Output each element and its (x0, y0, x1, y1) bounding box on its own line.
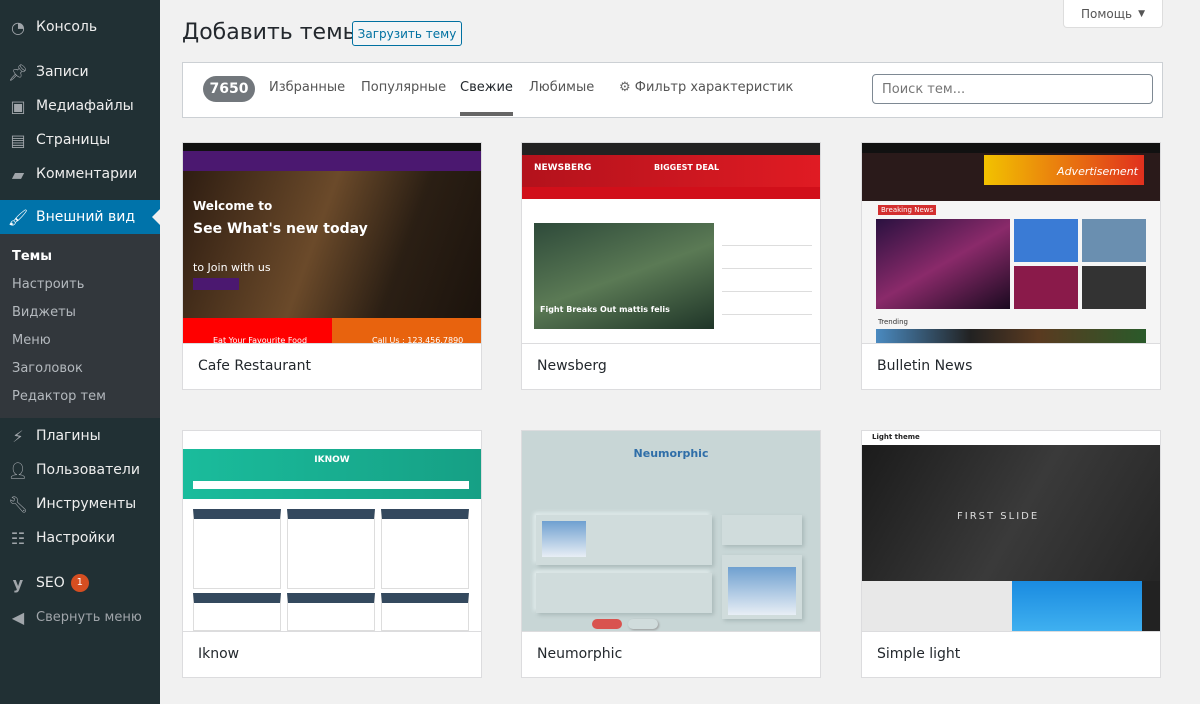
theme-screenshot[interactable]: Neumorphic (522, 431, 820, 631)
theme-screenshot[interactable]: Light theme FIRST SLIDE (862, 431, 1160, 631)
help-label: Помощь (1080, 6, 1133, 21)
submenu-menus[interactable]: Меню (12, 333, 51, 348)
comment-icon: ▰ (11, 164, 25, 184)
theme-search-input[interactable] (872, 74, 1153, 104)
menu-tools[interactable]: 🔧︎ Инструменты (0, 487, 160, 521)
menu-label: Пользователи (36, 462, 140, 478)
shot-text: NEWSBERG (534, 163, 592, 173)
shot-text: Neumorphic (633, 447, 709, 460)
menu-label: Медиафайлы (36, 98, 134, 114)
upload-theme-button[interactable]: Загрузить тему (352, 21, 462, 46)
menu-label: Инструменты (36, 496, 137, 512)
menu-users[interactable]: 👤︎ Пользователи (0, 453, 160, 487)
shot-text: Breaking News (878, 205, 937, 215)
menu-collapse[interactable]: ◀ Свернуть меню (0, 600, 160, 634)
submenu-theme-editor[interactable]: Редактор тем (12, 389, 106, 404)
submenu-widgets[interactable]: Виджеты (12, 305, 76, 320)
wrench-icon: 🔧︎ (7, 494, 29, 514)
menu-label: Комментарии (36, 166, 138, 182)
collapse-icon: ◀ (11, 607, 25, 627)
yoast-icon: y (12, 573, 24, 593)
submenu-themes[interactable]: Темы (12, 249, 52, 264)
theme-card[interactable]: Welcome to See What's new today to Join … (182, 142, 482, 390)
theme-card[interactable]: Advertisement Breaking News Trending Bul… (861, 142, 1161, 390)
menu-label: SEO (36, 575, 65, 591)
theme-name: Bulletin News (862, 343, 1160, 389)
appearance-submenu: Темы Настроить Виджеты Меню Заголовок Ре… (0, 234, 160, 418)
theme-screenshot[interactable]: Welcome to See What's new today to Join … (183, 143, 481, 343)
admin-sidebar: ◔ Консоль 📌︎ Записи ▣ Медиафайлы ▤ Страницы … (0, 0, 160, 704)
page-title: Добавить темы (182, 20, 361, 45)
media-icon: ▣ (10, 96, 26, 116)
help-button[interactable]: Помощь ▼ (1063, 0, 1163, 28)
menu-plugins[interactable]: ⚡︎ Плагины (0, 419, 160, 453)
menu-comments[interactable]: ▰ Комментарии (0, 157, 160, 191)
gear-icon: ⚙ (619, 80, 631, 95)
theme-card[interactable]: Neumorphic Neumorphic (521, 430, 821, 678)
feature-filter-button[interactable]: ⚙ Фильтр характеристик (619, 80, 793, 95)
user-icon: 👤︎ (7, 460, 29, 480)
caret-down-icon: ▼ (1138, 8, 1146, 19)
menu-appearance[interactable]: 🖌︎ Внешний вид (0, 200, 160, 234)
theme-screenshot[interactable]: NEWSBERG BIGGEST DEAL Fight Breaks Out m… (522, 143, 820, 343)
menu-settings[interactable]: ☷ Настройки (0, 521, 160, 555)
menu-label: Консоль (36, 19, 98, 35)
theme-filter-bar: 7650 Избранные Популярные Свежие Любимые… (182, 62, 1163, 118)
submenu-header[interactable]: Заголовок (12, 361, 83, 376)
tab-popular[interactable]: Популярные (361, 80, 446, 116)
menu-posts[interactable]: 📌︎ Записи (0, 55, 160, 89)
menu-label: Страницы (36, 132, 111, 148)
menu-label: Плагины (36, 428, 101, 444)
brush-icon: 🖌︎ (7, 207, 29, 227)
feature-filter-label: Фильтр характеристик (634, 80, 794, 95)
theme-card[interactable]: NEWSBERG BIGGEST DEAL Fight Breaks Out m… (521, 142, 821, 390)
page-icon: ▤ (10, 130, 26, 150)
theme-card[interactable]: IKNOW Iknow (182, 430, 482, 678)
shot-text: Trending (878, 318, 908, 326)
menu-label: Внешний вид (36, 209, 136, 225)
shot-text: See What's new today (193, 221, 368, 237)
menu-pages[interactable]: ▤ Страницы (0, 123, 160, 157)
settings-icon: ☷ (10, 528, 26, 548)
menu-label: Свернуть меню (36, 609, 142, 625)
shot-text: Light theme (872, 433, 920, 441)
shot-text: Advertisement (984, 155, 1144, 185)
theme-card[interactable]: Light theme FIRST SLIDE Simple light (861, 430, 1161, 678)
shot-text: Call Us : 123.456.7890 (332, 318, 481, 343)
plugin-icon: ⚡︎ (12, 426, 24, 446)
shot-text: Eat Your Favourite Food (183, 318, 332, 343)
pin-icon: 📌︎ (7, 62, 29, 82)
shot-text: Welcome to (193, 199, 273, 213)
shot-text: Fight Breaks Out mattis felis (540, 305, 670, 314)
submenu-customize[interactable]: Настроить (12, 277, 84, 292)
menu-label: Настройки (36, 530, 116, 546)
shot-text: to Join with us (193, 261, 271, 274)
menu-label: Записи (36, 64, 89, 80)
theme-count: 7650 (203, 76, 255, 102)
theme-name: Cafe Restaurant (183, 343, 481, 389)
shot-text: FIRST SLIDE (957, 511, 1040, 522)
theme-name: Simple light (862, 631, 1160, 677)
theme-screenshot[interactable]: IKNOW (183, 431, 481, 631)
menu-seo[interactable]: y SEO 1 (0, 566, 160, 600)
shot-text: BIGGEST DEAL (654, 163, 720, 172)
notification-badge: 1 (70, 574, 89, 592)
tab-featured[interactable]: Избранные (269, 80, 345, 116)
menu-media[interactable]: ▣ Медиафайлы (0, 89, 160, 123)
theme-screenshot[interactable]: Advertisement Breaking News Trending (862, 143, 1160, 343)
tab-latest[interactable]: Свежие (460, 80, 513, 116)
theme-name: Newsberg (522, 343, 820, 389)
tab-favorites[interactable]: Любимые (529, 80, 594, 116)
menu-dashboard[interactable]: ◔ Консоль (0, 10, 160, 44)
dashboard-icon: ◔ (11, 17, 25, 37)
theme-name: Neumorphic (522, 631, 820, 677)
theme-name: Iknow (183, 631, 481, 677)
shot-text: IKNOW (314, 455, 350, 465)
